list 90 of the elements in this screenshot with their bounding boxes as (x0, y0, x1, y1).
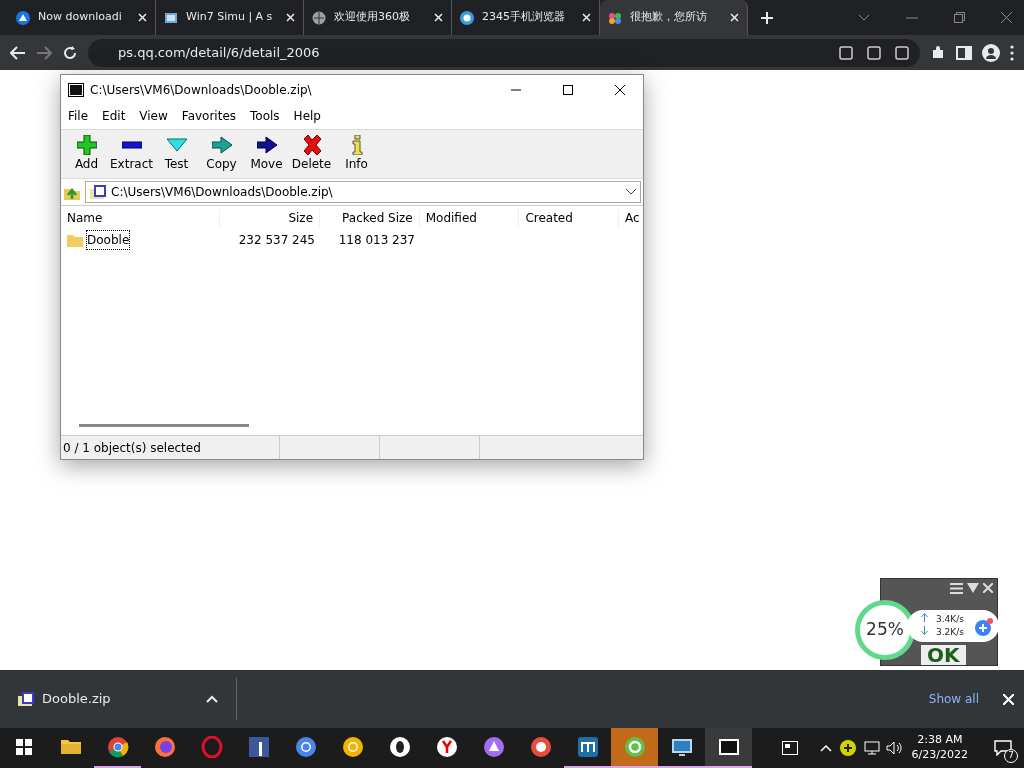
site-icon (16, 10, 30, 25)
ring-icon (388, 736, 411, 758)
fox-icon (153, 736, 176, 758)
toolbar-button[interactable]: Extract (110, 133, 153, 175)
column-header[interactable]: Ac (619, 209, 644, 227)
taskbar-button[interactable] (705, 728, 752, 768)
notifications-button[interactable]: 7 (988, 733, 1018, 763)
column-header[interactable]: Created (519, 209, 620, 227)
clock-date[interactable]: 6/23/2022 (911, 748, 968, 763)
caret-icon[interactable] (206, 695, 218, 703)
path-field[interactable]: C:\Users\VM6\Downloads\Dooble.zip\ (85, 181, 641, 203)
square-icon (247, 736, 270, 758)
extensions-icon[interactable] (930, 44, 946, 61)
monitor-icon (670, 736, 693, 758)
arrow-icon (211, 135, 232, 155)
circle-icon (294, 736, 317, 758)
chevron-down-icon (626, 189, 636, 195)
window-icon (164, 10, 178, 25)
window-title: C:\Users\VM6\Downloads\Dooble.zip\ (90, 82, 313, 99)
close-icon[interactable] (615, 85, 625, 95)
plus-circle-icon[interactable] (839, 740, 856, 756)
toolbar-button[interactable]: Copy (200, 133, 243, 175)
toolbar-button[interactable]: Move (245, 133, 288, 175)
toolbar-button[interactable]: Info (335, 133, 378, 175)
clock-time[interactable]: 2:38 AM (917, 733, 963, 748)
ring-icon (200, 736, 223, 758)
menu-icon[interactable] (1010, 44, 1014, 61)
circle-icon (341, 736, 364, 758)
folder-icon (67, 233, 83, 247)
chevron-down-icon[interactable] (858, 13, 870, 22)
toolbar-button[interactable]: Delete (290, 133, 333, 175)
file-name[interactable]: Dooble (87, 231, 130, 249)
profile-icon[interactable] (982, 43, 1000, 62)
browser-icon (460, 10, 474, 25)
circle-icon (435, 736, 458, 758)
show-all-link[interactable]: Show all (928, 690, 979, 708)
menu-item[interactable]: Help (293, 107, 321, 125)
column-header[interactable]: Modified (419, 209, 520, 227)
browser-tab[interactable]: 很抱歉，您所访 (600, 0, 748, 35)
back-icon[interactable] (10, 45, 26, 60)
arrow-icon (256, 135, 277, 155)
restore-icon[interactable] (954, 12, 965, 23)
triangle-down-icon[interactable] (967, 583, 979, 593)
upload-speed: 3.4K/s (936, 612, 964, 626)
archive-icon (717, 736, 740, 758)
news-icon[interactable] (781, 741, 798, 755)
reload-icon[interactable] (62, 44, 78, 61)
sidebar-icon[interactable] (956, 44, 972, 61)
table-cell-text: 232 537 245 (237, 232, 316, 249)
globe-icon (312, 10, 326, 25)
toolbar-button[interactable]: Test (155, 133, 198, 175)
menu-item[interactable]: Edit (102, 107, 126, 125)
forward-icon[interactable] (36, 45, 52, 60)
notification-count: 7 (1004, 749, 1018, 763)
column-header[interactable]: Size (220, 209, 321, 227)
column-header[interactable]: Packed Size (320, 209, 420, 227)
status-text: 0 / 1 object(s) selected (63, 439, 201, 457)
chat-icon (994, 740, 1012, 756)
menu-item[interactable]: View (139, 107, 168, 125)
scrollbar[interactable] (79, 424, 249, 427)
plus-icon (76, 135, 97, 155)
chevron-up-icon[interactable] (819, 744, 832, 752)
menu-icon[interactable] (950, 583, 963, 594)
network-icon[interactable] (863, 741, 880, 755)
circle-icon (482, 736, 505, 758)
table-cell-text: 118 013 237 (337, 232, 416, 249)
menu-item[interactable]: File (68, 107, 89, 125)
address-bar[interactable]: ps.qq.com/detail/6/detail_2006 (88, 38, 920, 67)
circle-icon (529, 736, 552, 758)
maximize-icon[interactable] (563, 85, 573, 95)
chrome-icon (106, 736, 129, 758)
archive-icon (18, 692, 34, 706)
windows-icon (15, 739, 32, 755)
download-item[interactable]: Dooble.zip (18, 689, 218, 709)
toolbar-button[interactable]: Add (65, 133, 108, 175)
down-arrow-icon (921, 626, 928, 635)
menu-item[interactable]: Tools (250, 107, 280, 125)
new-tab-icon[interactable] (760, 10, 774, 25)
petals-icon (608, 10, 622, 25)
speaker-icon[interactable] (885, 741, 904, 755)
column-header[interactable]: Name (61, 209, 221, 227)
archive-icon (90, 185, 106, 199)
up-arrow-icon (921, 612, 928, 622)
ad-text: OK (921, 645, 966, 665)
circle-icon (623, 736, 646, 758)
download-speed: 3.2K/s (936, 626, 964, 639)
archive-icon (68, 83, 84, 97)
cross-icon (301, 135, 322, 155)
square-icon (576, 736, 599, 758)
menu-item[interactable]: Favorites (181, 107, 237, 125)
